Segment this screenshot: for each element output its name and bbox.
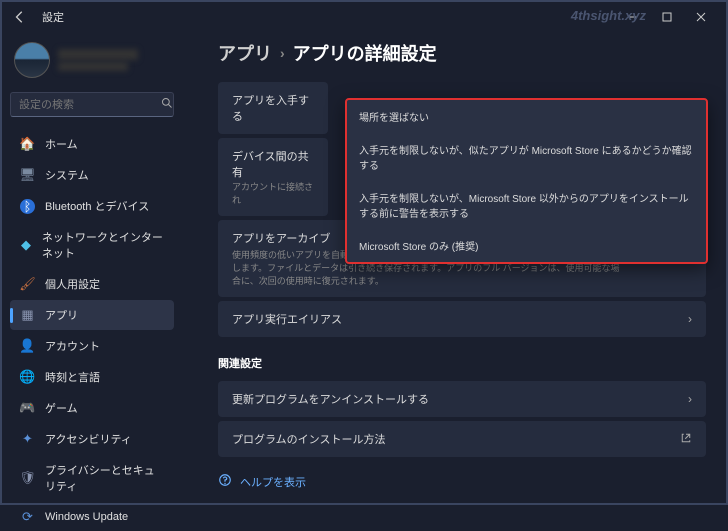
- nav-icon: 🛡: [20, 471, 35, 486]
- nav-label: システム: [45, 167, 89, 183]
- nav-icon: 🌐: [20, 370, 35, 385]
- user-name-redacted: [58, 49, 138, 60]
- sidebar-item-10[interactable]: 🛡 プライバシーとセキュリティ: [10, 455, 174, 501]
- search-icon: [161, 97, 173, 112]
- nav-label: Bluetooth とデバイス: [45, 198, 149, 214]
- nav-icon: 🏠: [20, 137, 35, 152]
- sidebar-item-0[interactable]: 🏠 ホーム: [10, 129, 174, 159]
- sidebar-item-5[interactable]: ▦ アプリ: [10, 300, 174, 330]
- uninstall-updates-row[interactable]: 更新プログラムをアンインストールする ›: [218, 381, 706, 417]
- nav-icon: 🖌: [20, 277, 35, 292]
- sidebar-item-2[interactable]: ᛒ Bluetooth とデバイス: [10, 191, 174, 221]
- search-input[interactable]: [19, 99, 161, 111]
- nav-label: 個人用設定: [45, 276, 100, 292]
- nav-label: ネットワークとインターネット: [42, 229, 164, 261]
- sidebar-item-11[interactable]: ⟳ Windows Update: [10, 502, 174, 531]
- dropdown-option[interactable]: 場所を選ばない: [347, 100, 706, 133]
- nav-icon: 👤: [20, 339, 35, 354]
- help-icon: [218, 473, 232, 490]
- user-section[interactable]: [10, 36, 174, 84]
- back-button[interactable]: [10, 7, 30, 27]
- app-source-row[interactable]: アプリを入手する: [218, 82, 328, 134]
- chevron-right-icon: ›: [688, 392, 692, 406]
- nav-icon: ▦: [20, 308, 35, 323]
- nav-icon: ᛒ: [20, 199, 35, 214]
- breadcrumb-parent[interactable]: アプリ: [218, 40, 272, 66]
- window-title: 設定: [42, 9, 64, 25]
- nav-icon: ✦: [20, 432, 35, 447]
- nav-icon: ⟳: [20, 509, 35, 524]
- external-link-icon: [680, 432, 692, 447]
- maximize-button[interactable]: [650, 3, 684, 31]
- nav-label: ホーム: [45, 136, 78, 152]
- sidebar-item-6[interactable]: 👤 アカウント: [10, 331, 174, 361]
- sidebar: 🏠 ホーム 🖥 システム ᛒ Bluetooth とデバイス ◆ ネットワークとインターネット…: [2, 32, 182, 503]
- app-source-dropdown: 場所を選ばない入手元を制限しないが、似たアプリが Microsoft Store…: [345, 98, 708, 264]
- sidebar-item-3[interactable]: ◆ ネットワークとインターネット: [10, 222, 174, 268]
- related-settings-header: 関連設定: [218, 355, 706, 371]
- nav-label: 時刻と言語: [45, 369, 100, 385]
- sidebar-item-1[interactable]: 🖥 システム: [10, 160, 174, 190]
- chevron-right-icon: ›: [688, 312, 692, 326]
- nav-label: Windows Update: [45, 511, 128, 523]
- user-email-redacted: [58, 62, 128, 71]
- search-box[interactable]: [10, 92, 174, 117]
- watermark: 4thsight.xyz: [571, 8, 646, 23]
- sidebar-item-7[interactable]: 🌐 時刻と言語: [10, 362, 174, 392]
- breadcrumb-current: アプリの詳細設定: [293, 40, 437, 66]
- dropdown-option[interactable]: 入手元を制限しないが、似たアプリが Microsoft Store にあるかどう…: [347, 133, 706, 181]
- app-alias-row[interactable]: アプリ実行エイリアス ›: [218, 301, 706, 337]
- avatar: [14, 42, 50, 78]
- nav-label: ゲーム: [45, 400, 78, 416]
- help-link[interactable]: ヘルプを表示: [218, 473, 706, 490]
- breadcrumb: アプリ › アプリの詳細設定: [218, 40, 706, 66]
- nav-label: アクセシビリティ: [45, 431, 132, 447]
- chevron-right-icon: ›: [280, 45, 285, 61]
- nav-icon: ◆: [20, 238, 32, 253]
- sidebar-item-9[interactable]: ✦ アクセシビリティ: [10, 424, 174, 454]
- device-sharing-row[interactable]: デバイス間の共有 アカウントに接続され: [218, 138, 328, 216]
- dropdown-option[interactable]: 入手元を制限しないが、Microsoft Store 以外からのアプリをインスト…: [347, 181, 706, 229]
- nav-label: アプリ: [45, 307, 78, 323]
- nav-label: プライバシーとセキュリティ: [45, 462, 164, 494]
- nav-label: アカウント: [45, 338, 100, 354]
- sidebar-item-8[interactable]: 🎮 ゲーム: [10, 393, 174, 423]
- install-method-row[interactable]: プログラムのインストール方法: [218, 421, 706, 457]
- dropdown-option[interactable]: Microsoft Store のみ (推奨): [347, 229, 706, 262]
- nav-icon: 🎮: [20, 401, 35, 416]
- close-button[interactable]: [684, 3, 718, 31]
- sidebar-item-4[interactable]: 🖌 個人用設定: [10, 269, 174, 299]
- nav-icon: 🖥: [20, 168, 35, 183]
